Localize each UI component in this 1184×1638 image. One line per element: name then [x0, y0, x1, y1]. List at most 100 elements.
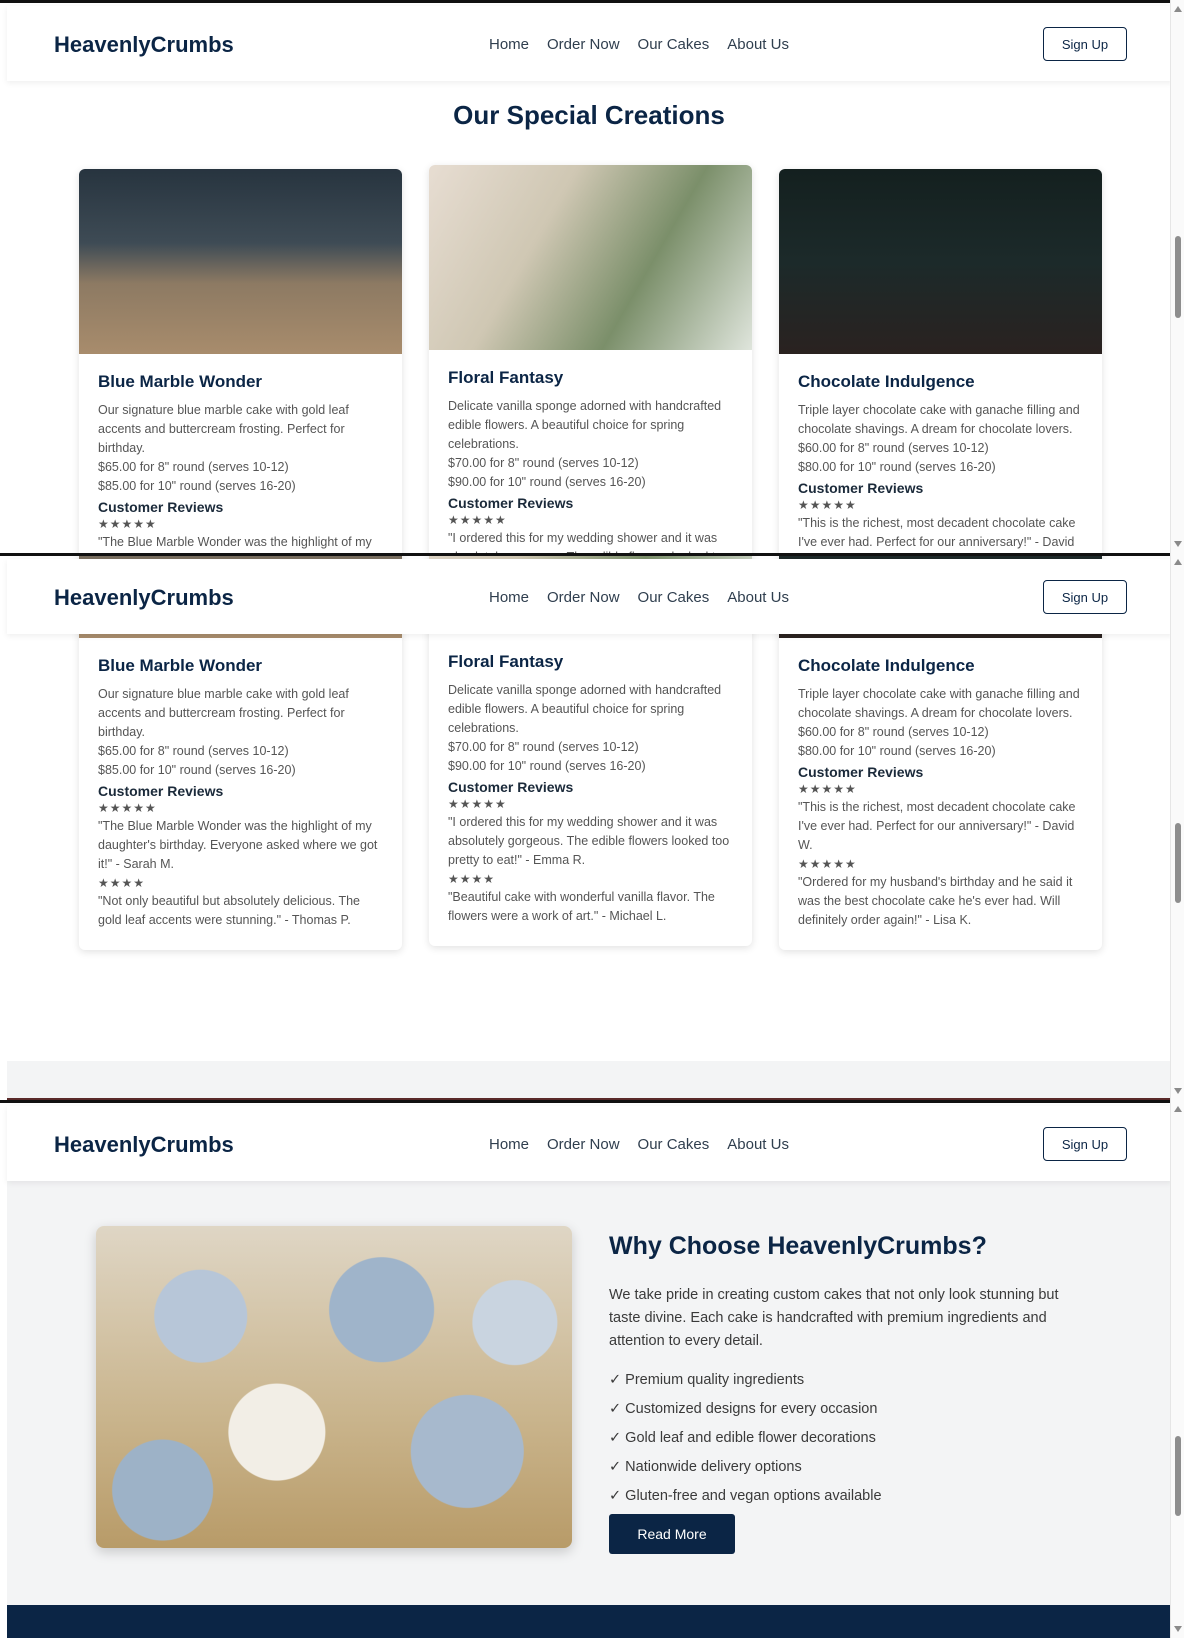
- scroll-up-icon[interactable]: [1174, 559, 1182, 565]
- feature-list: ✓ Premium quality ingredients ✓ Customiz…: [609, 1366, 882, 1511]
- review-text: "Beautiful cake with wonderful vanilla f…: [448, 890, 715, 923]
- nav-order-now[interactable]: Order Now: [547, 589, 620, 606]
- star-rating: ★★★★★: [798, 498, 857, 512]
- card-title: Floral Fantasy: [448, 368, 564, 387]
- brand-logo[interactable]: HeavenlyCrumbs: [54, 585, 234, 611]
- chocolate-cake-image: [779, 169, 1102, 354]
- why-description: We take pride in creating custom cakes t…: [609, 1287, 1059, 1349]
- scroll-up-icon[interactable]: [1174, 1106, 1182, 1112]
- next-section-bg: [7, 1061, 1172, 1100]
- window-edge: [0, 553, 1178, 556]
- card-title: Blue Marble Wonder: [98, 372, 263, 391]
- nav-links: Home Order Now Our Cakes About Us: [489, 1136, 789, 1153]
- card-price-8: $60.00 for 8" round (serves 10-12): [798, 441, 989, 455]
- card-description: Delicate vanilla sponge adorned with han…: [448, 683, 722, 735]
- nav-links: Home Order Now Our Cakes About Us: [489, 589, 789, 606]
- card-title: Blue Marble Wonder: [98, 656, 263, 675]
- nav-home[interactable]: Home: [489, 1136, 529, 1153]
- feature-item: ✓ Customized designs for every occasion: [609, 1401, 878, 1417]
- review-text: "I ordered this for my wedding shower an…: [448, 815, 730, 867]
- nav-home[interactable]: Home: [489, 36, 529, 53]
- feature-item: ✓ Nationwide delivery options: [609, 1459, 802, 1475]
- scroll-up-icon[interactable]: [1174, 6, 1182, 12]
- screenshot-bottom: Why Choose HeavenlyCrumbs? We take pride…: [0, 1100, 1184, 1638]
- card-price-8: $60.00 for 8" round (serves 10-12): [798, 725, 989, 739]
- card-price-8: $70.00 for 8" round (serves 10-12): [448, 740, 639, 754]
- card-title: Chocolate Indulgence: [798, 656, 975, 675]
- scroll-down-icon[interactable]: [1174, 541, 1182, 547]
- read-more-button[interactable]: Read More: [609, 1514, 735, 1554]
- card-description: Our signature blue marble cake with gold…: [98, 403, 349, 455]
- cake-card-floral-fantasy: Floral Fantasy Delicate vanilla sponge a…: [429, 165, 752, 553]
- star-rating: ★★★★★: [798, 857, 857, 871]
- reviews-title: Customer Reviews: [798, 764, 924, 780]
- cupcakes-image: [96, 1226, 572, 1548]
- cake-card-chocolate-indulgence: Chocolate Indulgence Triple layer chocol…: [779, 169, 1102, 553]
- blue-marble-cake-image: [79, 169, 402, 354]
- card-price-10: $80.00 for 10" round (serves 16-20): [798, 460, 996, 474]
- review-text: "The Blue Marble Wonder was the highligh…: [98, 819, 378, 871]
- star-rating: ★★★★★: [98, 801, 157, 815]
- scrollbar[interactable]: [1170, 1100, 1184, 1638]
- nav-our-cakes[interactable]: Our Cakes: [638, 1136, 710, 1153]
- why-title: Why Choose HeavenlyCrumbs?: [609, 1232, 987, 1260]
- brand-logo[interactable]: HeavenlyCrumbs: [54, 32, 234, 58]
- card-description: Triple layer chocolate cake with ganache…: [798, 403, 1080, 436]
- feature-item: ✓ Gluten-free and vegan options availabl…: [609, 1488, 882, 1504]
- sign-up-button[interactable]: Sign Up: [1043, 580, 1127, 614]
- star-rating: ★★★★★: [448, 513, 507, 527]
- reviews-title: Customer Reviews: [448, 779, 574, 795]
- floral-cake-image: [429, 165, 752, 350]
- scroll-down-icon[interactable]: [1174, 1626, 1182, 1632]
- scrollbar[interactable]: [1170, 553, 1184, 1100]
- reviews-title: Customer Reviews: [448, 495, 574, 511]
- card-title: Floral Fantasy: [448, 652, 564, 671]
- card-description: Delicate vanilla sponge adorned with han…: [448, 399, 722, 451]
- section-title: Our Special Creations: [453, 100, 725, 130]
- navbar: HeavenlyCrumbs Home Order Now Our Cakes …: [7, 1106, 1172, 1181]
- card-price-10: $85.00 for 10" round (serves 16-20): [98, 763, 296, 777]
- scrollbar[interactable]: [1170, 0, 1184, 553]
- review-text: "Ordered for my husband's birthday and h…: [798, 875, 1073, 927]
- review-text: "I ordered this for my wedding shower an…: [448, 531, 729, 553]
- cake-card-blue-marble: Blue Marble Wonder Our signature blue ma…: [79, 169, 402, 553]
- nav-our-cakes[interactable]: Our Cakes: [638, 36, 710, 53]
- review-text: "The Blue Marble Wonder was the highligh…: [98, 535, 372, 549]
- star-rating: ★★★★: [98, 876, 146, 890]
- footer: [7, 1605, 1172, 1638]
- sign-up-button[interactable]: Sign Up: [1043, 1127, 1127, 1161]
- card-price-10: $85.00 for 10" round (serves 16-20): [98, 479, 296, 493]
- navbar: HeavenlyCrumbs Home Order Now Our Cakes …: [7, 6, 1172, 81]
- star-rating: ★★★★★: [98, 517, 157, 531]
- brand-logo[interactable]: HeavenlyCrumbs: [54, 1132, 234, 1158]
- review-text: "This is the richest, most decadent choc…: [798, 800, 1076, 852]
- screenshot-middle: Blue Marble Wonder Our signature blue ma…: [0, 553, 1184, 1100]
- window-edge: [0, 0, 1178, 3]
- nav-about-us[interactable]: About Us: [727, 1136, 789, 1153]
- screenshot-top: HeavenlyCrumbs Home Order Now Our Cakes …: [0, 0, 1184, 553]
- review-text: "This is the richest, most decadent choc…: [798, 516, 1076, 549]
- nav-about-us[interactable]: About Us: [727, 589, 789, 606]
- scrollbar-thumb[interactable]: [1175, 1436, 1181, 1516]
- nav-order-now[interactable]: Order Now: [547, 1136, 620, 1153]
- card-description: Triple layer chocolate cake with ganache…: [798, 687, 1080, 720]
- review-text: "Not only beautiful but absolutely delic…: [98, 894, 361, 927]
- nav-home[interactable]: Home: [489, 589, 529, 606]
- card-price-10: $90.00 for 10" round (serves 16-20): [448, 759, 646, 773]
- sign-up-button[interactable]: Sign Up: [1043, 27, 1127, 61]
- reviews-title: Customer Reviews: [98, 783, 224, 799]
- nav-our-cakes[interactable]: Our Cakes: [638, 589, 710, 606]
- card-title: Chocolate Indulgence: [798, 372, 975, 391]
- scrollbar-thumb[interactable]: [1175, 823, 1181, 903]
- feature-item: ✓ Premium quality ingredients: [609, 1372, 805, 1388]
- reviews-title: Customer Reviews: [798, 480, 924, 496]
- scrollbar-thumb[interactable]: [1175, 236, 1181, 318]
- scroll-down-icon[interactable]: [1174, 1088, 1182, 1094]
- feature-item: ✓ Gold leaf and edible flower decoration…: [609, 1430, 876, 1446]
- star-rating: ★★★★★: [448, 797, 507, 811]
- star-rating: ★★★★: [448, 872, 496, 886]
- card-price-8: $65.00 for 8" round (serves 10-12): [98, 460, 289, 474]
- reviews-title: Customer Reviews: [98, 499, 224, 515]
- nav-about-us[interactable]: About Us: [727, 36, 789, 53]
- nav-order-now[interactable]: Order Now: [547, 36, 620, 53]
